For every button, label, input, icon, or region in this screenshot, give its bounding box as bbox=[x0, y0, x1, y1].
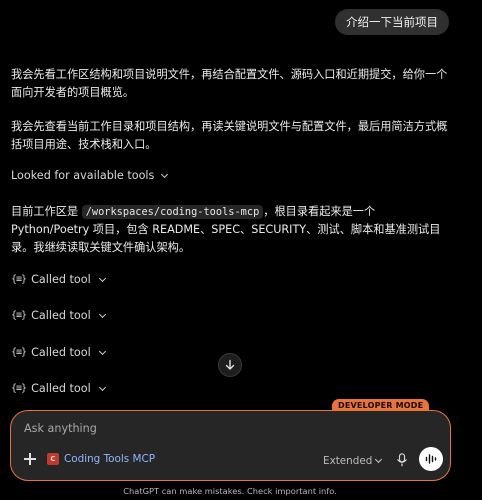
chevron-down-icon bbox=[98, 274, 106, 282]
voice-waveform-icon bbox=[425, 454, 437, 464]
called-tool-toggle[interactable]: {≡} Called tool bbox=[11, 273, 106, 286]
chevron-down-icon bbox=[375, 455, 383, 464]
chat-page: 介绍一下当前项目 我会先看工作区结构和项目说明文件，再结合配置文件、源码入口和近… bbox=[0, 0, 482, 500]
model-selector[interactable]: Extended bbox=[323, 455, 383, 467]
assistant-paragraph: 目前工作区是 /workspaces/coding-tools-mcp ，根目录看… bbox=[11, 203, 451, 257]
tool-call-icon: {≡} bbox=[11, 383, 27, 394]
assistant-paragraph: 我会先查看当前工作目录和项目结构，再读关键说明文件与配置文件，最后用简洁方式概括… bbox=[11, 120, 448, 151]
tool-call-icon: {≡} bbox=[11, 274, 27, 285]
called-tool-toggle[interactable]: {≡} Called tool bbox=[11, 382, 106, 395]
called-tool-label: Called tool bbox=[31, 382, 91, 395]
workspace-path-code: /workspaces/coding-tools-mcp bbox=[81, 205, 264, 219]
coding-tools-chip-label: Coding Tools MCP bbox=[64, 453, 155, 465]
called-tool-label: Called tool bbox=[31, 273, 91, 286]
composer: Ask anything C Coding Tools MCP Extended bbox=[10, 410, 451, 481]
called-tool-toggle[interactable]: {≡} Called tool bbox=[11, 346, 106, 359]
looked-for-tools-toggle[interactable]: Looked for available tools bbox=[11, 169, 169, 182]
chevron-down-icon bbox=[98, 310, 106, 318]
user-message-bubble: 介绍一下当前项目 bbox=[335, 9, 449, 35]
arrow-down-icon bbox=[225, 359, 235, 370]
called-tool-label: Called tool bbox=[31, 309, 91, 322]
voice-mode-button[interactable] bbox=[419, 447, 443, 471]
called-tool-label: Called tool bbox=[31, 346, 91, 359]
chevron-down-icon bbox=[98, 383, 106, 391]
chevron-down-icon bbox=[161, 170, 169, 178]
assistant-paragraph: 我会先看工作区结构和项目说明文件，再结合配置文件、源码入口和近期提交，给你一个面… bbox=[11, 68, 448, 99]
called-tool-toggle[interactable]: {≡} Called tool bbox=[11, 309, 106, 322]
coding-tools-chip[interactable]: C Coding Tools MCP bbox=[47, 453, 155, 465]
scroll-to-bottom-button[interactable] bbox=[218, 353, 242, 377]
tool-call-icon: {≡} bbox=[11, 310, 27, 321]
chevron-down-icon bbox=[98, 347, 106, 355]
mic-icon[interactable] bbox=[396, 453, 408, 467]
looked-for-tools-label: Looked for available tools bbox=[11, 169, 155, 182]
disclaimer-text: ChatGPT can make mistakes. Check importa… bbox=[123, 486, 337, 496]
prompt-input[interactable]: Ask anything bbox=[24, 422, 97, 435]
model-selector-label: Extended bbox=[323, 455, 373, 467]
plus-icon[interactable] bbox=[23, 452, 37, 466]
paragraph-text: 目前工作区是 bbox=[11, 205, 82, 218]
mcp-app-icon: C bbox=[47, 453, 59, 465]
tool-call-icon: {≡} bbox=[11, 347, 27, 358]
